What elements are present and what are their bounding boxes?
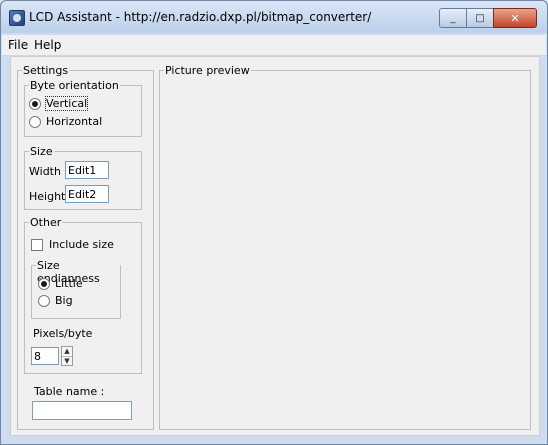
big-label: Big [55,294,73,307]
close-icon: ✕ [510,11,520,25]
height-input[interactable]: Edit2 [65,185,109,203]
other-legend: Other [29,216,63,229]
settings-legend: Settings [22,64,70,77]
window-title: LCD Assistant - http://en.radzio.dxp.pl/… [29,10,372,24]
main-client-area: Settings Byte orientation Vertical Horiz… [10,56,540,436]
horizontal-radio[interactable] [29,115,41,128]
byte-orientation-group: Byte orientation Vertical Horizontal [24,79,142,137]
vertical-radio-option[interactable]: Vertical [29,96,89,111]
spin-up-icon[interactable]: ▲ [62,347,72,357]
title-bar[interactable]: LCD Assistant - http://en.radzio.dxp.pl/… [1,1,547,33]
spin-down-icon[interactable]: ▼ [62,357,72,366]
other-group: Other Include size Size endianness Littl… [24,216,142,374]
big-radio-option[interactable]: Big [38,294,73,307]
picture-preview-legend: Picture preview [164,64,251,77]
close-button[interactable]: ✕ [493,8,537,28]
horizontal-label: Horizontal [46,115,103,128]
size-endianness-group: Size endianness Little Big [31,259,121,319]
vertical-radio[interactable] [29,97,41,110]
include-size-checkbox[interactable] [31,238,43,251]
size-legend: Size [29,145,54,158]
width-input[interactable]: Edit1 [65,161,109,179]
minimize-icon: _ [450,12,456,24]
maximize-icon: □ [475,12,485,24]
menu-file[interactable]: File [8,38,28,52]
horizontal-radio-option[interactable]: Horizontal [29,115,102,128]
vertical-label: Vertical [44,96,89,111]
app-window: LCD Assistant - http://en.radzio.dxp.pl/… [0,0,548,445]
menu-bar: File Help [2,35,546,56]
size-group: Size Width Edit1 Height Edit2 [24,145,142,210]
maximize-button[interactable]: □ [466,8,494,28]
minimize-button[interactable]: _ [439,8,467,28]
little-label: Little [55,277,83,290]
byte-orientation-legend: Byte orientation [29,79,120,92]
include-size-option[interactable]: Include size [31,238,114,251]
height-label: Height [29,190,66,203]
include-size-label: Include size [49,238,114,251]
little-radio-option[interactable]: Little [38,277,83,290]
little-radio[interactable] [38,277,50,290]
settings-group: Settings Byte orientation Vertical Horiz… [17,64,154,430]
table-name-label: Table name : [34,385,105,398]
pixels-per-byte-input[interactable]: 8 [31,347,59,365]
pixels-per-byte-spinner[interactable]: ▲ ▼ [61,346,73,366]
big-radio[interactable] [38,294,50,307]
picture-preview-group: Picture preview [159,64,531,430]
app-icon[interactable] [9,10,25,26]
caption-buttons: _ □ ✕ [439,8,537,28]
pixels-per-byte-label: Pixels/byte [33,327,93,340]
width-label: Width [29,165,61,178]
menu-help[interactable]: Help [34,38,61,52]
table-name-input[interactable] [32,401,132,420]
